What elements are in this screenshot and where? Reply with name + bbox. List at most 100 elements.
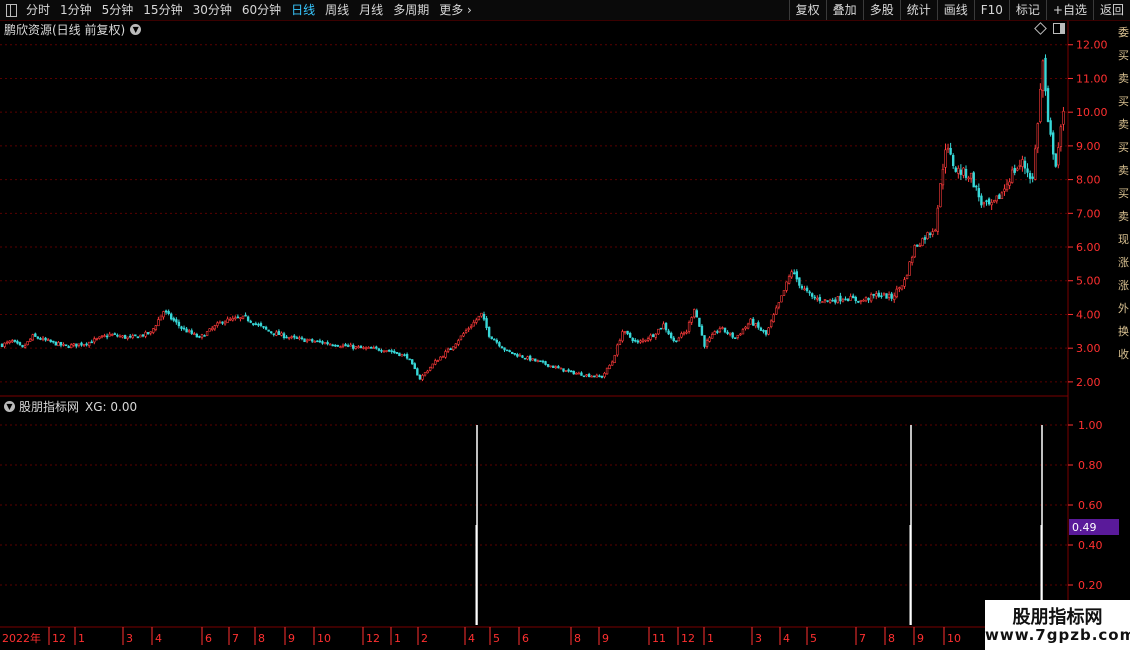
candle-body xyxy=(354,346,358,349)
time-axis-label: 9 xyxy=(288,632,295,645)
candle-body xyxy=(618,340,622,346)
candle-body xyxy=(377,348,381,351)
candle-body xyxy=(405,354,409,359)
candle-body xyxy=(1031,176,1034,179)
candle-body xyxy=(705,340,709,347)
candle-body xyxy=(5,341,9,344)
candle-body xyxy=(910,257,914,263)
candle-body xyxy=(293,335,296,338)
candle-body xyxy=(462,333,465,337)
price-axis-label: 11.00 xyxy=(1076,72,1108,85)
side-label: 卖 xyxy=(1118,210,1129,223)
time-axis-label: 2 xyxy=(421,632,428,645)
candle-body xyxy=(634,339,637,342)
candle-body xyxy=(990,202,993,206)
candle-body xyxy=(544,361,547,365)
candle-body xyxy=(305,339,309,342)
candle-body xyxy=(836,296,840,303)
candle-body xyxy=(580,372,583,376)
candle-body xyxy=(221,321,224,324)
candle-body xyxy=(882,293,886,296)
candle-body xyxy=(775,307,778,315)
candle-body xyxy=(754,323,757,327)
candle-body xyxy=(152,328,155,333)
candle-body xyxy=(236,316,240,319)
candle-body xyxy=(987,198,991,205)
candle-body xyxy=(1023,160,1027,169)
candle-body xyxy=(49,339,52,343)
candle-body xyxy=(898,287,901,289)
candle-body xyxy=(493,338,496,341)
candle-body xyxy=(29,338,32,342)
candle-body xyxy=(367,347,370,349)
candle-body xyxy=(198,336,201,338)
candle-body xyxy=(331,344,334,347)
candle-body xyxy=(769,320,773,327)
kline-chart[interactable]: 12.0011.0010.009.008.007.006.005.004.003… xyxy=(0,0,1130,650)
candle-body xyxy=(275,331,278,336)
candle-body xyxy=(23,345,27,348)
candle-body xyxy=(62,344,65,346)
candle-body xyxy=(641,339,645,342)
candle-body xyxy=(128,335,132,338)
candle-body xyxy=(177,321,181,327)
candle-body xyxy=(557,366,560,369)
candle-body xyxy=(918,245,922,247)
time-axis-label: 9 xyxy=(917,632,924,645)
candle-body xyxy=(408,358,411,361)
candle-body xyxy=(231,317,234,321)
candle-body xyxy=(654,333,657,338)
candle-body xyxy=(887,293,891,298)
watermark-url: www.7gpzb.com xyxy=(985,626,1130,644)
candle-body xyxy=(621,331,624,342)
candle-body xyxy=(257,323,260,326)
candle-body xyxy=(418,374,422,380)
candle-body xyxy=(523,357,527,360)
candle-body xyxy=(890,293,893,299)
price-axis-label: 8.00 xyxy=(1076,174,1101,187)
candle-body xyxy=(795,271,798,280)
candle-body xyxy=(1059,126,1063,147)
candle-body xyxy=(193,333,196,335)
chevron-down-icon[interactable]: ▼ xyxy=(4,401,15,412)
candle-body xyxy=(652,334,655,338)
candle-body xyxy=(131,335,134,339)
time-axis-label: 1 xyxy=(78,632,85,645)
candle-body xyxy=(928,233,932,235)
candle-body xyxy=(554,366,557,369)
indicator-name: 股朋指标网 xyxy=(19,400,80,414)
candle-body xyxy=(426,370,429,374)
candle-body xyxy=(831,299,834,302)
candle-body xyxy=(828,299,832,303)
indicator-axis-label: 1.00 xyxy=(1078,419,1103,432)
candle-body xyxy=(572,370,575,375)
candle-body xyxy=(605,367,609,375)
candle-body xyxy=(639,340,642,343)
price-axis-label: 2.00 xyxy=(1076,376,1101,389)
candle-body xyxy=(349,344,352,347)
current-value-text: 0.49 xyxy=(1072,521,1097,534)
candle-body xyxy=(503,347,506,351)
time-axis-label: 6 xyxy=(522,632,529,645)
candle-body xyxy=(167,311,170,314)
candle-body xyxy=(777,302,781,308)
candle-body xyxy=(508,350,511,352)
candle-body xyxy=(698,317,701,327)
candle-body xyxy=(162,311,165,318)
candle-body xyxy=(454,343,458,348)
candle-body xyxy=(439,356,442,361)
candle-body xyxy=(846,298,850,302)
candle-body xyxy=(182,327,186,330)
candle-body xyxy=(616,344,619,356)
candle-body xyxy=(369,347,373,349)
indicator-axis-label: 0.40 xyxy=(1078,539,1103,552)
candle-body xyxy=(316,340,319,343)
price-axis-label: 5.00 xyxy=(1076,275,1101,288)
candle-body xyxy=(885,293,888,299)
time-axis-label: 5 xyxy=(810,632,817,645)
candle-body xyxy=(931,231,934,235)
candle-body xyxy=(723,327,727,333)
candle-body xyxy=(211,327,214,331)
candle-body xyxy=(52,340,55,343)
candle-body xyxy=(657,328,660,335)
